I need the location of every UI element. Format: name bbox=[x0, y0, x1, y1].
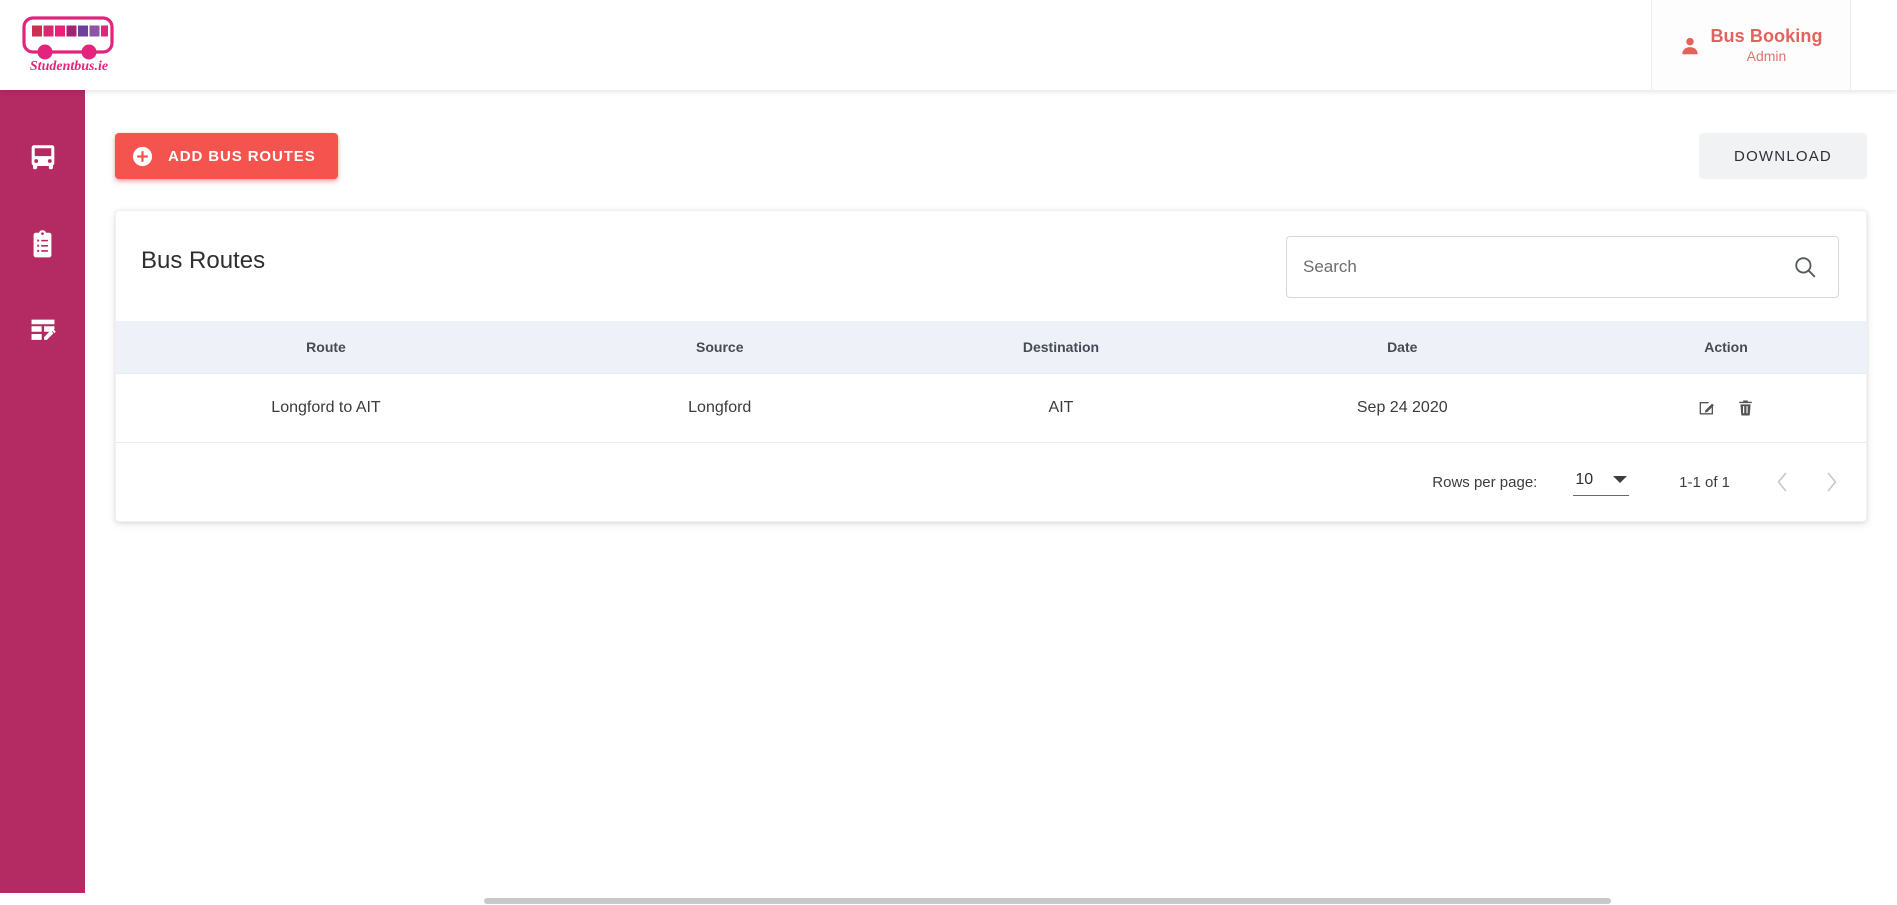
search-icon[interactable] bbox=[1792, 254, 1818, 280]
search-input[interactable] bbox=[1287, 238, 1792, 296]
edit-row-button[interactable] bbox=[1697, 398, 1717, 418]
horizontal-scrollbar[interactable] bbox=[0, 893, 1897, 905]
rows-per-page-select[interactable]: 10 bbox=[1573, 469, 1630, 496]
chevron-down-icon bbox=[1613, 476, 1628, 483]
add-bus-routes-button[interactable]: ADD BUS ROUTES bbox=[115, 133, 338, 179]
toolbar-row: ADD BUS ROUTES DOWNLOAD bbox=[85, 90, 1897, 200]
trash-icon bbox=[1738, 400, 1752, 416]
user-account-area[interactable]: Bus Booking Admin bbox=[1651, 0, 1851, 90]
bus-routes-card: Bus Routes Route Source Destination Date bbox=[115, 210, 1867, 522]
rows-per-page-label: Rows per page: bbox=[1432, 473, 1538, 491]
delete-row-button[interactable] bbox=[1736, 398, 1755, 418]
clipboard-list-icon bbox=[33, 229, 52, 257]
pagination-range-label: 1-1 of 1 bbox=[1679, 473, 1730, 491]
top-header-bar: Studentbus.ie Bus Booking Admin bbox=[0, 0, 1897, 90]
bus-icon bbox=[31, 145, 54, 170]
user-role: Admin bbox=[1746, 47, 1787, 64]
bus-logo-icon: Studentbus.ie bbox=[22, 16, 114, 73]
bus-routes-table: Route Source Destination Date Action Lon… bbox=[116, 321, 1866, 443]
page-title: Bus Routes bbox=[141, 247, 266, 274]
column-header-date: Date bbox=[1218, 321, 1586, 374]
scrollbar-thumb[interactable] bbox=[484, 898, 1611, 904]
table-header: Route Source Destination Date Action bbox=[116, 321, 1866, 374]
card-header: Bus Routes bbox=[116, 211, 1866, 321]
search-box[interactable] bbox=[1286, 236, 1839, 298]
svg-text:Studentbus.ie: Studentbus.ie bbox=[30, 59, 108, 73]
person-icon bbox=[1682, 37, 1699, 55]
table-pagination: Rows per page: 10 1-1 of 1 bbox=[116, 443, 1866, 521]
sidebar-item-routes[interactable] bbox=[0, 290, 85, 370]
chevron-right-icon bbox=[1827, 472, 1837, 492]
sidebar-item-bus[interactable] bbox=[0, 118, 85, 198]
sidebar-item-bookings[interactable] bbox=[0, 204, 85, 284]
cell-action bbox=[1586, 373, 1866, 443]
cell-source: Longford bbox=[536, 373, 904, 443]
plus-circle-icon bbox=[132, 146, 153, 166]
add-bus-routes-label: ADD BUS ROUTES bbox=[168, 147, 316, 165]
next-page-button[interactable] bbox=[1825, 471, 1838, 493]
column-header-action: Action bbox=[1586, 321, 1866, 374]
table-edit-icon bbox=[31, 319, 56, 340]
left-sidebar bbox=[0, 90, 85, 905]
chevron-left-icon bbox=[1777, 472, 1787, 492]
main-content: ADD BUS ROUTES DOWNLOAD Bus Routes Route bbox=[85, 90, 1897, 905]
user-name: Bus Booking bbox=[1710, 25, 1823, 46]
table-row: Longford to AIT Longford AIT Sep 24 2020 bbox=[116, 373, 1866, 443]
cell-destination: AIT bbox=[903, 373, 1219, 443]
column-header-destination: Destination bbox=[903, 321, 1219, 374]
rows-per-page-value: 10 bbox=[1575, 470, 1594, 488]
table-header-row: Route Source Destination Date Action bbox=[116, 321, 1866, 374]
column-header-source: Source bbox=[536, 321, 904, 374]
download-button[interactable]: DOWNLOAD bbox=[1699, 133, 1867, 179]
table-body: Longford to AIT Longford AIT Sep 24 2020 bbox=[116, 373, 1866, 443]
previous-page-button[interactable] bbox=[1776, 471, 1789, 493]
column-header-route: Route bbox=[116, 321, 536, 374]
edit-icon bbox=[1699, 402, 1715, 415]
cell-date: Sep 24 2020 bbox=[1218, 373, 1586, 443]
app-logo[interactable]: Studentbus.ie bbox=[14, 12, 124, 76]
cell-route: Longford to AIT bbox=[116, 373, 536, 443]
